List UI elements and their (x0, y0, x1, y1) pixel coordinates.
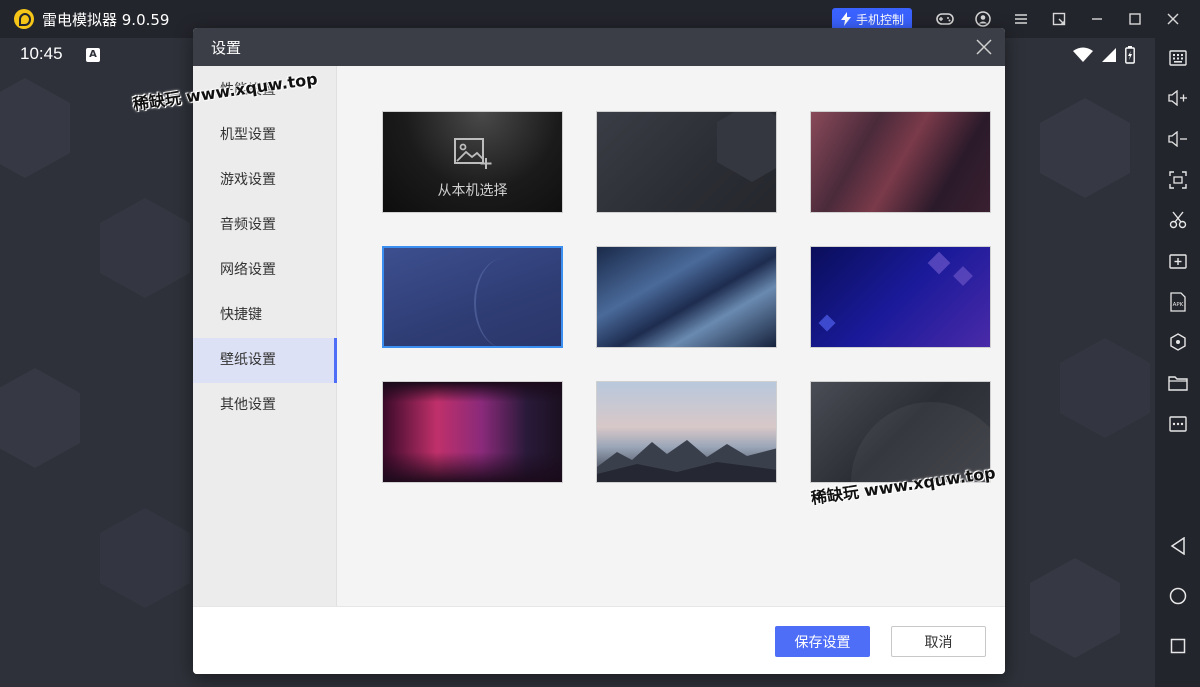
background-hexagon (0, 78, 70, 178)
save-button[interactable]: 保存设置 (775, 626, 870, 657)
add-image-icon (454, 138, 492, 169)
local-pick-label: 从本机选择 (437, 183, 508, 199)
wallpaper-grid: 从本机选择 (338, 66, 1005, 606)
pin-window-icon[interactable] (1040, 0, 1078, 38)
nav-item-shortcuts[interactable]: 快捷键 (193, 293, 337, 338)
wallpaper-thumbnail-selected[interactable] (382, 246, 563, 348)
minimize-icon[interactable] (1078, 0, 1116, 38)
recent-apps-icon[interactable] (1155, 626, 1200, 666)
keyboard-icon[interactable] (1155, 38, 1200, 78)
home-icon[interactable] (1155, 576, 1200, 616)
battery-icon (1125, 46, 1135, 64)
status-badge: A (86, 48, 100, 62)
right-toolbar: APK (1155, 38, 1200, 687)
status-time: 10:45 (20, 44, 63, 63)
folder-icon[interactable] (1155, 363, 1200, 403)
wallpaper-thumbnail[interactable] (382, 381, 563, 483)
nav-item-other[interactable]: 其他设置 (193, 383, 337, 428)
cancel-button[interactable]: 取消 (891, 626, 986, 657)
nav-item-network[interactable]: 网络设置 (193, 248, 337, 293)
nav-item-game[interactable]: 游戏设置 (193, 158, 337, 203)
background-hexagon (1060, 338, 1150, 438)
background-hexagon (1030, 558, 1120, 658)
screenshot-icon[interactable] (1155, 160, 1200, 200)
phone-control-label: 手机控制 (855, 12, 904, 27)
nav-item-audio[interactable]: 音频设置 (193, 203, 337, 248)
more-icon[interactable] (1155, 404, 1200, 444)
wallpaper-local-pick[interactable]: 从本机选择 (382, 111, 563, 213)
ldplayer-logo-icon (14, 9, 34, 29)
svg-text:APK: APK (1172, 302, 1183, 308)
maximize-icon[interactable] (1116, 0, 1154, 38)
dialog-header: 设置 (193, 28, 1005, 66)
lightning-icon (840, 12, 851, 26)
signal-icon (1102, 48, 1116, 62)
menu-icon[interactable] (1002, 0, 1040, 38)
back-icon[interactable] (1155, 526, 1200, 566)
background-hexagon (100, 508, 190, 608)
app-title: 雷电模拟器 9.0.59 (42, 10, 170, 29)
background-hexagon (100, 198, 190, 298)
background-hexagon (0, 368, 80, 468)
apk-icon[interactable]: APK (1155, 282, 1200, 322)
wallpaper-thumbnail[interactable] (596, 111, 777, 213)
volume-down-icon[interactable] (1155, 119, 1200, 159)
settings-dialog: 设置 性能设置 机型设置 游戏设置 音频设置 网络设置 快捷键 壁纸设置 其他设… (193, 28, 1005, 674)
dialog-title: 设置 (211, 39, 242, 57)
wallpaper-thumbnail[interactable] (810, 246, 991, 348)
operation-record-icon[interactable] (1155, 322, 1200, 362)
background-hexagon (1040, 98, 1130, 198)
close-window-icon[interactable] (1154, 0, 1192, 38)
wallpaper-thumbnail[interactable] (596, 381, 777, 483)
volume-up-icon[interactable] (1155, 78, 1200, 118)
nav-item-model[interactable]: 机型设置 (193, 113, 337, 158)
add-app-icon[interactable] (1155, 241, 1200, 281)
wallpaper-thumbnail[interactable] (810, 111, 991, 213)
scissors-icon[interactable] (1155, 200, 1200, 240)
wifi-icon (1073, 47, 1093, 62)
close-icon[interactable] (973, 36, 995, 58)
wallpaper-thumbnail[interactable] (596, 246, 777, 348)
phone-control-button[interactable]: 手机控制 (831, 8, 912, 30)
nav-item-wallpaper[interactable]: 壁纸设置 (193, 338, 337, 383)
status-icons (1073, 46, 1135, 64)
settings-nav: 性能设置 机型设置 游戏设置 音频设置 网络设置 快捷键 壁纸设置 其他设置 (193, 66, 337, 606)
dialog-footer: 保存设置 取消 (193, 606, 1005, 674)
